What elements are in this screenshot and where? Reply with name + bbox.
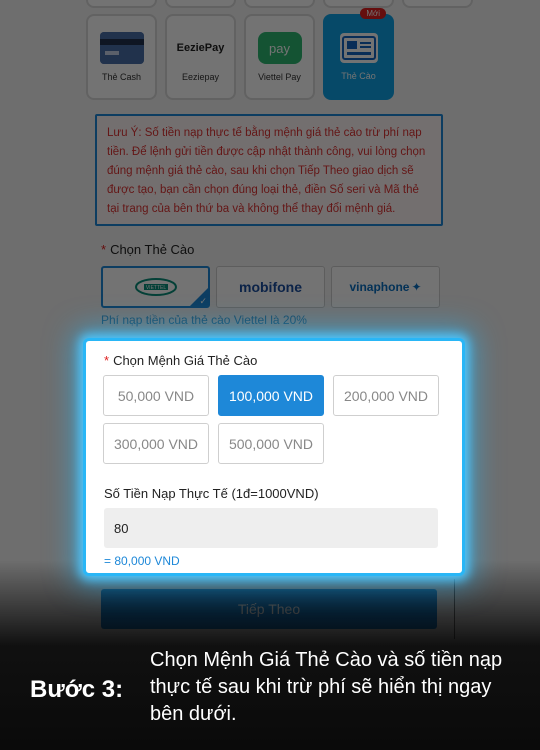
top-tile-partial[interactable] bbox=[402, 0, 473, 8]
payment-method-label: Eeziepay bbox=[181, 72, 220, 82]
mobifone-logo: mobifone bbox=[239, 279, 302, 295]
step-caption: Chọn Mệnh Giá Thẻ Cào và số tiền nạp thự… bbox=[150, 649, 503, 725]
vinaphone-logo: vinaphone bbox=[349, 280, 410, 294]
divider bbox=[454, 579, 455, 639]
payment-method-eeziepay[interactable]: EeziePay Eeziepay bbox=[165, 14, 236, 100]
card-select-label: * Chọn Thẻ Cào bbox=[101, 242, 194, 257]
telco-viettel[interactable]: VIETTEL ✓ bbox=[101, 266, 210, 308]
viettel-logo: VIETTEL bbox=[134, 278, 177, 296]
eeziepay-logo-text: EeziePay bbox=[176, 42, 225, 54]
denomination-option[interactable]: 500,000 VND bbox=[218, 423, 324, 464]
denomination-label: * Chọn Mệnh Giá Thẻ Cào bbox=[104, 353, 257, 368]
fee-note: Phí nạp tiền của thẻ cào Viettel là 20% bbox=[101, 313, 307, 327]
real-amount-field[interactable]: 80 bbox=[104, 508, 438, 548]
scratch-card-icon bbox=[339, 33, 378, 63]
payment-method-label: Viettel Pay bbox=[258, 72, 301, 82]
denomination-option[interactable]: 200,000 VND bbox=[333, 375, 439, 416]
denomination-panel: * Chọn Mệnh Giá Thẻ Cào 50,000 VND 100,00… bbox=[83, 338, 465, 576]
viettelpay-logo-text: pay bbox=[269, 40, 290, 56]
deposit-notice: Lưu Ý: Số tiền nạp thực tế bằng mệnh giá… bbox=[95, 114, 443, 226]
payment-method-the-cash[interactable]: Thẻ Cash bbox=[86, 14, 157, 100]
payment-method-label: Thẻ Cào bbox=[341, 71, 376, 81]
real-amount-label: Số Tiền Nạp Thực Tế (1đ=1000VND) bbox=[104, 486, 319, 501]
denomination-option[interactable]: 50,000 VND bbox=[103, 375, 209, 416]
required-mark: * bbox=[104, 353, 110, 368]
denomination-option-selected[interactable]: 100,000 VND bbox=[218, 375, 324, 416]
payment-method-list: Thẻ Cash EeziePay Eeziepay pay Viettel P… bbox=[86, 8, 394, 100]
step-label: Bước 3: bbox=[30, 676, 124, 703]
payment-method-viettel-pay[interactable]: pay Viettel Pay bbox=[244, 14, 315, 100]
telco-vinaphone[interactable]: vinaphone ✦ bbox=[331, 266, 440, 308]
payment-method-label: Thẻ Cash bbox=[101, 72, 142, 82]
check-icon: ✓ bbox=[199, 296, 207, 306]
telco-options: VIETTEL ✓ mobifone vinaphone ✦ bbox=[101, 266, 440, 308]
denomination-label-text: Chọn Mệnh Giá Thẻ Cào bbox=[113, 353, 258, 368]
credit-card-icon bbox=[99, 32, 144, 64]
viettelpay-logo: pay bbox=[257, 32, 302, 64]
required-mark: * bbox=[101, 242, 107, 257]
telco-mobifone[interactable]: mobifone bbox=[216, 266, 325, 308]
real-amount-equivalent: = 80,000 VND bbox=[104, 554, 180, 568]
top-tile-partial[interactable] bbox=[323, 0, 394, 8]
vinaphone-star-icon: ✦ bbox=[411, 280, 422, 294]
payment-method-the-cao[interactable]: Mới Thẻ Cào bbox=[323, 8, 394, 100]
top-tile-partial[interactable] bbox=[165, 0, 236, 8]
card-select-label-text: Chọn Thẻ Cào bbox=[110, 242, 195, 257]
next-button[interactable]: Tiếp Theo bbox=[101, 589, 437, 629]
viettel-logo-text: VIETTEL bbox=[145, 285, 166, 291]
new-badge: Mới bbox=[360, 8, 386, 19]
top-tile-partial[interactable] bbox=[244, 0, 315, 8]
denomination-option[interactable]: 300,000 VND bbox=[103, 423, 209, 464]
top-tile-partial[interactable] bbox=[86, 0, 157, 8]
eeziepay-logo: EeziePay bbox=[176, 32, 225, 64]
